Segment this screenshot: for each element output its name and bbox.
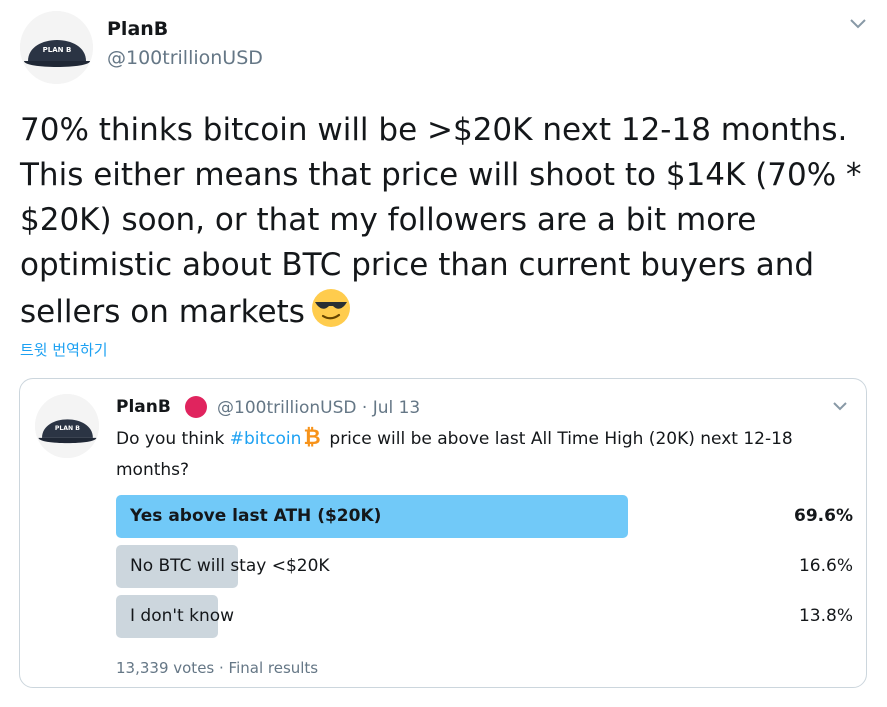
translate-tweet-link[interactable]: 트윗 번역하기 — [20, 339, 108, 360]
poll-option-label: I don't know — [130, 606, 235, 626]
poll-option: Yes above last ATH ($20K) 69.6% — [116, 495, 853, 538]
quoted-tweet-text: Do you think #bitcoin ₿ price will be ab… — [116, 425, 836, 484]
author-avatar[interactable]: PLAN B — [20, 11, 93, 84]
chevron-down-icon[interactable] — [832, 400, 848, 412]
tweet-body: 70% thinks bitcoin will be >$20K next 12… — [20, 112, 862, 330]
cap-logo-icon: PLAN B — [35, 394, 99, 458]
poll-option-percent: 69.6% — [794, 506, 853, 526]
tweet-text: 70% thinks bitcoin will be >$20K next 12… — [20, 108, 870, 341]
chevron-down-icon[interactable] — [848, 16, 868, 32]
cap-logo-icon: PLAN B — [20, 11, 93, 84]
poll-option-label: No BTC will stay <$20K — [130, 556, 330, 576]
author-handle[interactable]: @100trillionUSD — [107, 47, 263, 69]
poll-option-label: Yes above last ATH ($20K) — [130, 506, 382, 526]
quoted-author-handle-date[interactable]: @100trillionUSD · Jul 13 — [217, 398, 420, 418]
poll-results-meta: 13,339 votes · Final results — [116, 659, 319, 677]
status-dot-icon — [185, 396, 207, 418]
quote-text-prefix: Do you think — [116, 429, 230, 449]
poll-option-percent: 13.8% — [798, 606, 853, 626]
poll-option-percent: 16.6% — [798, 556, 853, 576]
poll-option: I don't know 13.8% — [116, 595, 853, 638]
avatar-logo-text: PLAN B — [43, 46, 72, 54]
quoted-author-name[interactable]: PlanB — [116, 397, 171, 417]
avatar-logo-text: PLAN B — [55, 425, 80, 432]
quoted-author-avatar[interactable]: PLAN B — [35, 394, 99, 458]
poll-option: No BTC will stay <$20K 16.6% — [116, 545, 853, 588]
bitcoin-hashtag[interactable]: #bitcoin — [230, 429, 302, 449]
sunglasses-emoji — [311, 288, 351, 341]
author-name[interactable]: PlanB — [107, 18, 168, 40]
bitcoin-icon: ₿ — [303, 425, 321, 457]
svg-text:₿: ₿ — [304, 426, 321, 448]
quoted-tweet-card[interactable]: PLAN B PlanB @100trillionUSD · Jul 13 Do… — [19, 378, 867, 688]
